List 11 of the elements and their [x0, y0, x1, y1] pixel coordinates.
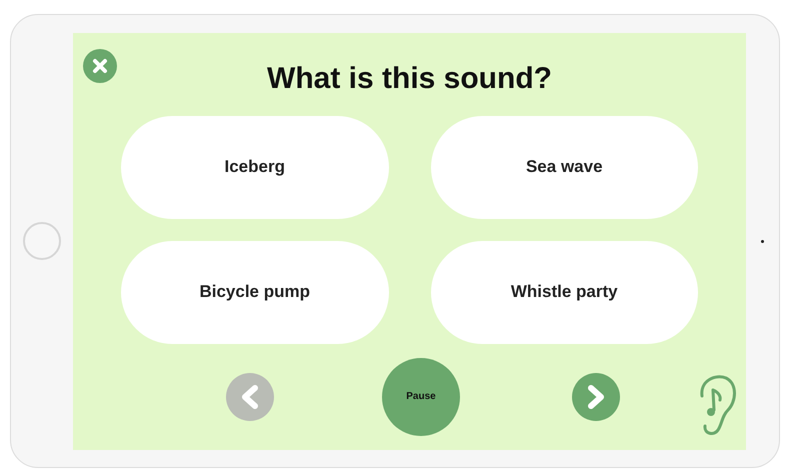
- answer-option[interactable]: Sea wave: [430, 116, 698, 218]
- pause-button[interactable]: Pause: [382, 358, 460, 436]
- answer-option[interactable]: Iceberg: [121, 116, 388, 218]
- chevron-left-icon: [240, 384, 260, 408]
- answer-option[interactable]: Whistle party: [430, 240, 698, 344]
- close-button[interactable]: [83, 48, 117, 82]
- close-icon: [92, 58, 108, 74]
- next-button[interactable]: [572, 372, 620, 420]
- chevron-right-icon: [586, 384, 606, 408]
- answer-option[interactable]: Bicycle pump: [121, 240, 388, 344]
- question-title: What is this sound?: [267, 60, 552, 96]
